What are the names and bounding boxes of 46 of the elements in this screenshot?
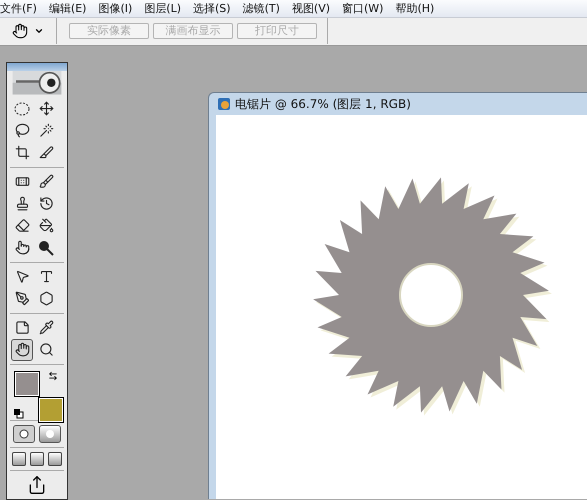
note-icon — [14, 320, 30, 336]
quick-mask-button[interactable] — [39, 425, 61, 443]
document-icon — [217, 97, 231, 111]
stamp-icon — [14, 196, 30, 212]
menu-item[interactable]: 图层(L) — [144, 0, 182, 16]
finger-icon — [14, 240, 30, 256]
standard-mode-button[interactable] — [13, 425, 35, 443]
screen-mode-button[interactable] — [48, 452, 62, 466]
menu-item[interactable]: 帮助(H) — [395, 0, 434, 16]
panel-header — [7, 63, 67, 72]
lasso-icon — [14, 123, 30, 138]
menu-item[interactable]: 编辑(E) — [48, 0, 86, 16]
menu-item[interactable]: 视图(V) — [292, 0, 330, 16]
ellipse-marquee-icon — [14, 102, 30, 116]
foreground-color-swatch[interactable] — [14, 370, 40, 397]
menu-item[interactable]: 图像(I) — [98, 0, 132, 16]
tool-button[interactable] — [11, 338, 33, 361]
history-brush-icon — [38, 196, 54, 212]
magic-wand-icon — [38, 123, 54, 138]
eraser-icon — [14, 218, 30, 234]
move-icon — [38, 101, 54, 116]
menu-item[interactable]: 滤镜(T) — [242, 0, 280, 16]
menu-item[interactable]: 选择(S) — [193, 0, 231, 16]
screen-mode-button[interactable] — [12, 452, 26, 466]
circle-icon — [19, 429, 29, 439]
menu-item[interactable]: 窗口(W) — [342, 0, 384, 16]
zoom-icon — [38, 342, 54, 358]
type-icon — [38, 269, 54, 284]
hand-icon[interactable] — [12, 23, 28, 40]
background-color-swatch[interactable] — [38, 396, 64, 423]
eyedropper-icon — [38, 320, 54, 336]
hexagon-icon — [38, 291, 54, 306]
hand-icon — [14, 342, 30, 358]
knife-icon — [38, 145, 54, 160]
brush-icon — [38, 174, 54, 190]
screen-mode-button[interactable] — [30, 452, 44, 466]
crop-icon — [14, 145, 30, 160]
circle-icon — [45, 429, 55, 439]
document-title: 电锯片 @ 66.7% (图层 1, RGB) — [235, 96, 411, 112]
arrow-pointer-icon — [14, 269, 30, 284]
paint-bucket-icon — [38, 218, 54, 234]
dodge-icon — [38, 240, 54, 256]
menu-item[interactable]: 文件(F) — [0, 0, 37, 16]
swap-icon[interactable] — [48, 370, 58, 381]
pen-icon — [14, 291, 30, 306]
default-colors-icon[interactable] — [14, 408, 24, 419]
